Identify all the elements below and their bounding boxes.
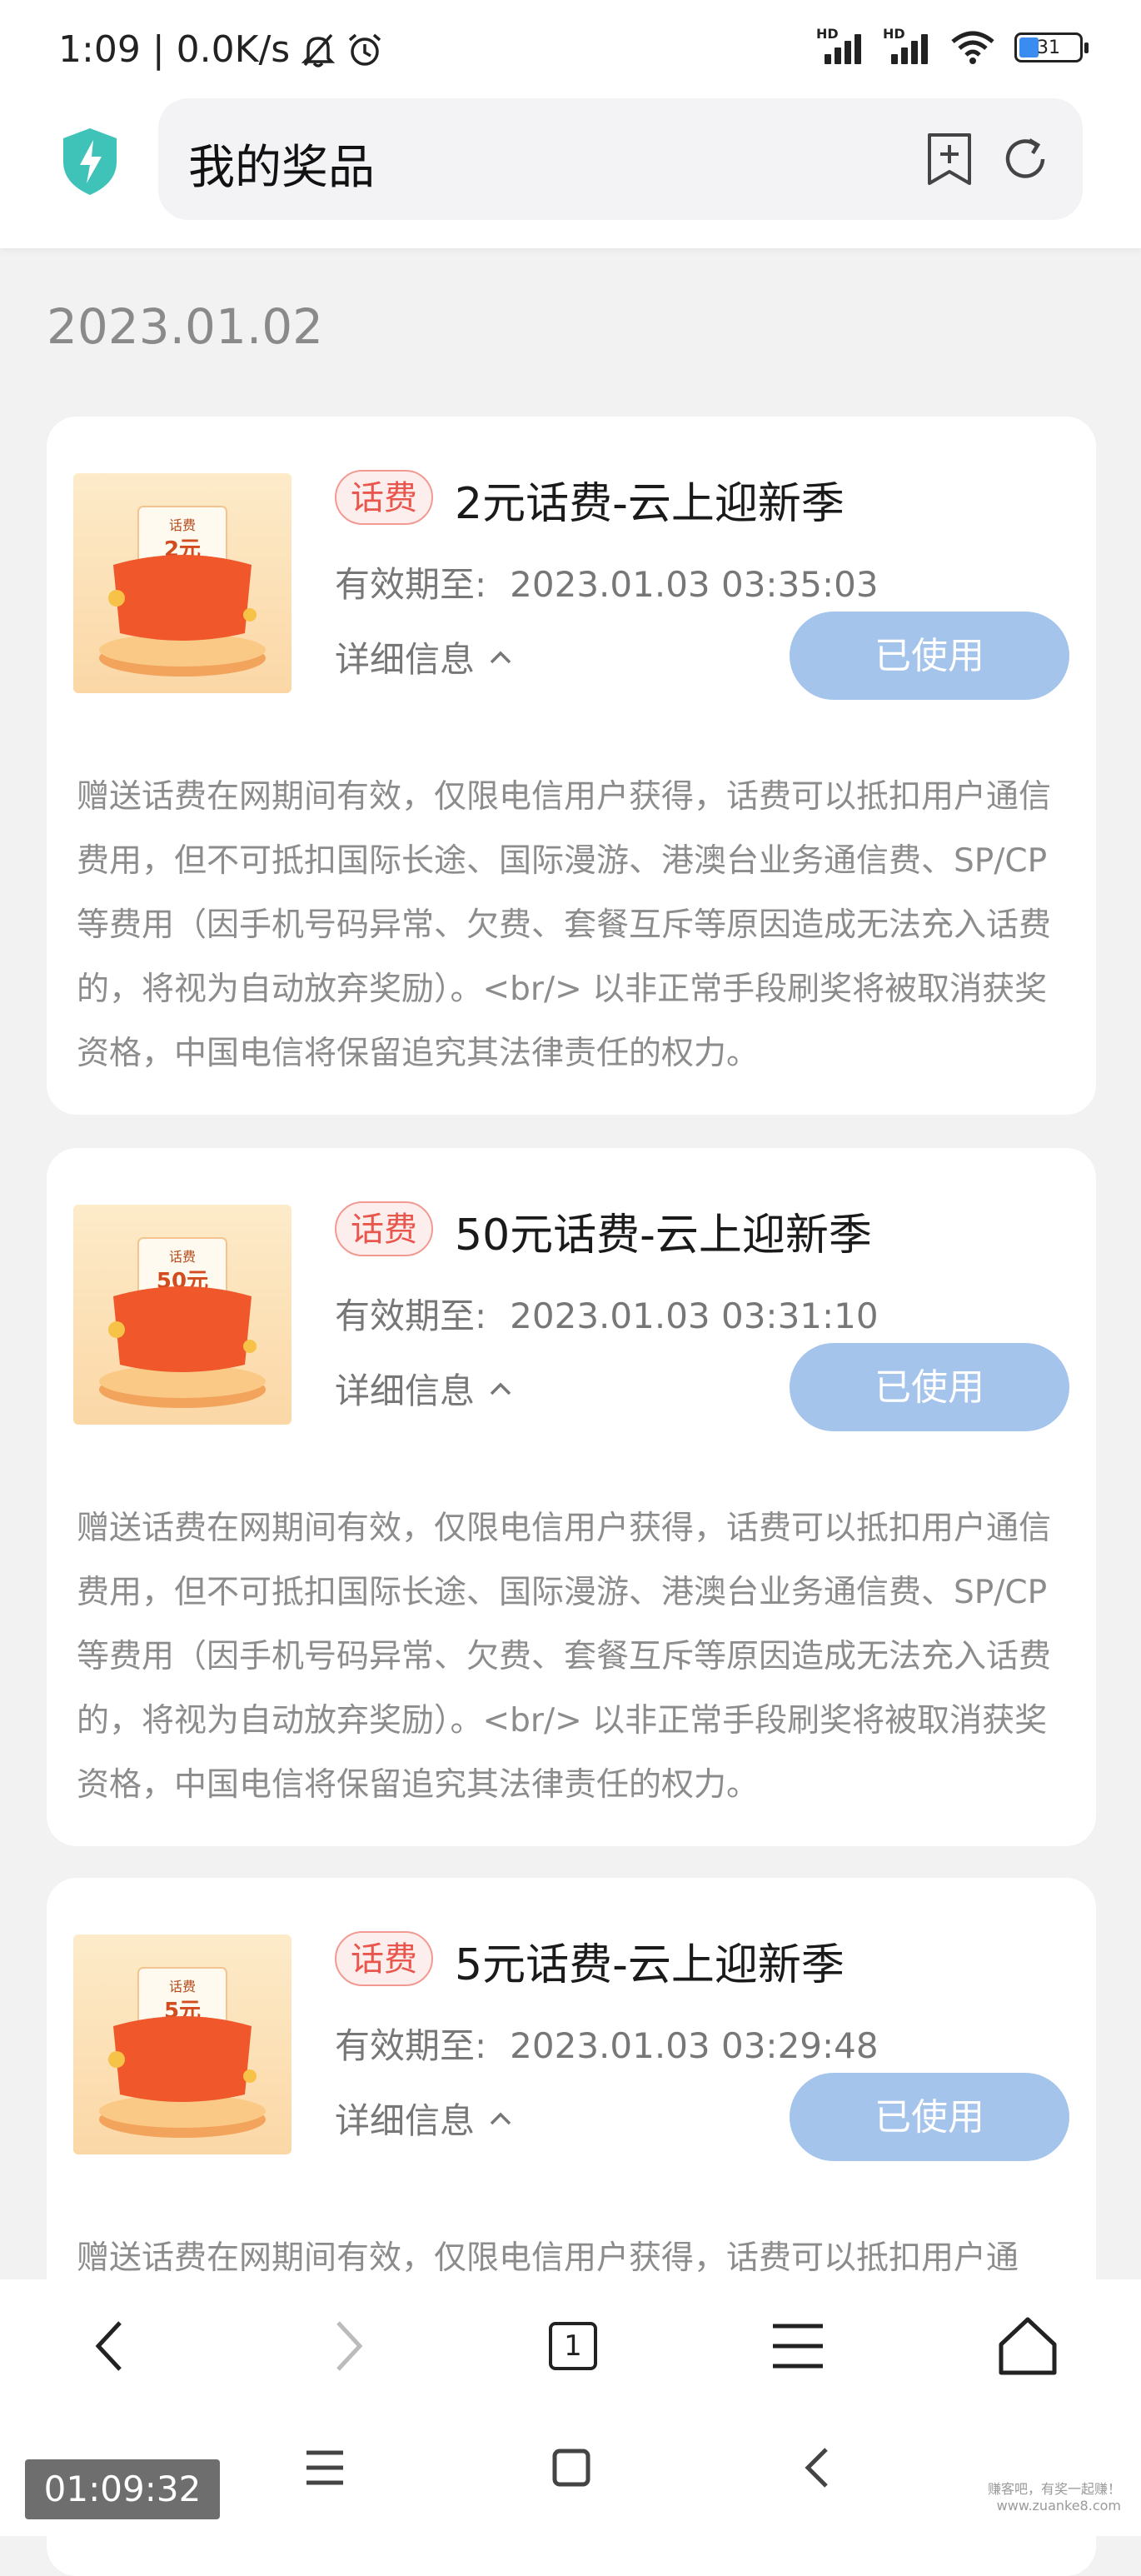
category-tag: 话费	[335, 1201, 433, 1256]
tab-count: 1	[549, 2322, 597, 2370]
date-group-label: 2023.01.02	[47, 298, 324, 355]
prize-name: 2元话费-云上迎新季	[455, 479, 845, 529]
chevron-up-icon	[490, 2112, 511, 2124]
bookmark-add-icon[interactable]	[924, 132, 974, 187]
used-button[interactable]: 已使用	[790, 2073, 1069, 2161]
prize-thumbnail: 话费 2元	[73, 473, 291, 693]
expire-value: 2023.01.03 03:29:48	[510, 2025, 879, 2066]
bell-off-icon	[301, 33, 336, 67]
prize-description: 赠送话费在网期间有效，仅限电信用户获得，话费可以抵扣用户通信费用，但不可抵扣国际…	[77, 778, 1052, 1072]
svg-text:话费: 话费	[169, 1249, 196, 1265]
browser-header: 我的奖品	[0, 98, 1141, 248]
svg-text:话费: 话费	[169, 517, 196, 533]
alarm-icon	[349, 33, 381, 66]
prize-thumbnail: 话费 5元	[73, 1934, 291, 2154]
prize-name: 50元话费-云上迎新季	[455, 1211, 872, 1261]
detail-toggle[interactable]: 详细信息	[335, 1363, 513, 1414]
prize-name: 5元话费-云上迎新季	[455, 1940, 845, 1990]
signal-icon: HD	[883, 26, 931, 64]
used-button[interactable]: 已使用	[790, 1343, 1069, 1431]
video-timestamp: 01:09:32	[25, 2459, 220, 2519]
status-time: 1:09	[58, 28, 141, 71]
shield-icon[interactable]	[60, 127, 120, 197]
detail-label: 详细信息	[335, 1370, 476, 1411]
used-button[interactable]: 已使用	[790, 612, 1069, 700]
forward-icon[interactable]	[313, 2313, 380, 2379]
status-right-group: HD HD 31	[816, 26, 1089, 65]
refresh-icon[interactable]	[1001, 135, 1049, 183]
category-tag: 话费	[335, 1931, 433, 1986]
prize-description: 赠送话费在网期间有效，仅限电信用户获得，话费可以抵扣用户通信费用，但不可抵扣国际…	[77, 1510, 1052, 1804]
back-icon[interactable]	[78, 2313, 145, 2379]
expire-value: 2023.01.03 03:35:03	[510, 564, 879, 605]
chevron-up-icon	[490, 651, 511, 663]
prize-card[interactable]: 话费 2元 话费 2元话费-云上迎新季 有效期至: 2023.01.03 03:3…	[47, 417, 1096, 1115]
expire-value: 2023.01.03 03:31:10	[510, 1295, 879, 1336]
svg-text:话费: 话费	[169, 1979, 196, 1994]
status-net-speed: 0.0K/s	[176, 28, 291, 71]
battery-level: 31	[1037, 37, 1060, 58]
chevron-up-icon	[490, 1382, 511, 1395]
status-bar: 1:09 | 0.0K/s HD HD 31	[0, 0, 1141, 98]
recents-icon[interactable]	[300, 2443, 350, 2493]
expire-info: 有效期至: 2023.01.03 03:29:48	[335, 2018, 879, 2069]
status-divider: |	[152, 28, 165, 71]
signal-icon: HD	[816, 26, 864, 64]
expire-label: 有效期至:	[335, 2025, 487, 2066]
prize-thumbnail: 话费 50元	[73, 1205, 291, 1425]
battery-icon: 31	[1014, 32, 1089, 62]
wifi-icon	[951, 31, 994, 64]
detail-label: 详细信息	[335, 2100, 476, 2141]
expire-info: 有效期至: 2023.01.03 03:35:03	[335, 557, 879, 607]
home-icon[interactable]	[994, 2313, 1061, 2379]
tabs-button[interactable]: 1	[540, 2313, 606, 2379]
menu-icon[interactable]	[765, 2313, 831, 2379]
status-time-group: 1:09 | 0.0K/s	[58, 28, 383, 71]
home-square-icon[interactable]	[546, 2443, 596, 2493]
address-bar[interactable]: 我的奖品	[158, 98, 1083, 220]
page-title: 我的奖品	[188, 141, 375, 195]
prize-card[interactable]: 话费 50元 话费 50元话费-云上迎新季 有效期至: 2023.01.03 03…	[47, 1148, 1096, 1846]
detail-toggle[interactable]: 详细信息	[335, 632, 513, 682]
expire-label: 有效期至:	[335, 1295, 487, 1336]
detail-toggle[interactable]: 详细信息	[335, 2093, 513, 2144]
expire-label: 有效期至:	[335, 564, 487, 605]
watermark: 赚客吧，有奖一起赚！ www.zuanke8.com	[987, 2481, 1121, 2514]
category-tag: 话费	[335, 470, 433, 525]
expire-info: 有效期至: 2023.01.03 03:31:10	[335, 1288, 879, 1339]
detail-label: 详细信息	[335, 639, 476, 680]
browser-bottom-nav: 1	[0, 2279, 1141, 2408]
system-back-icon[interactable]	[793, 2443, 843, 2493]
